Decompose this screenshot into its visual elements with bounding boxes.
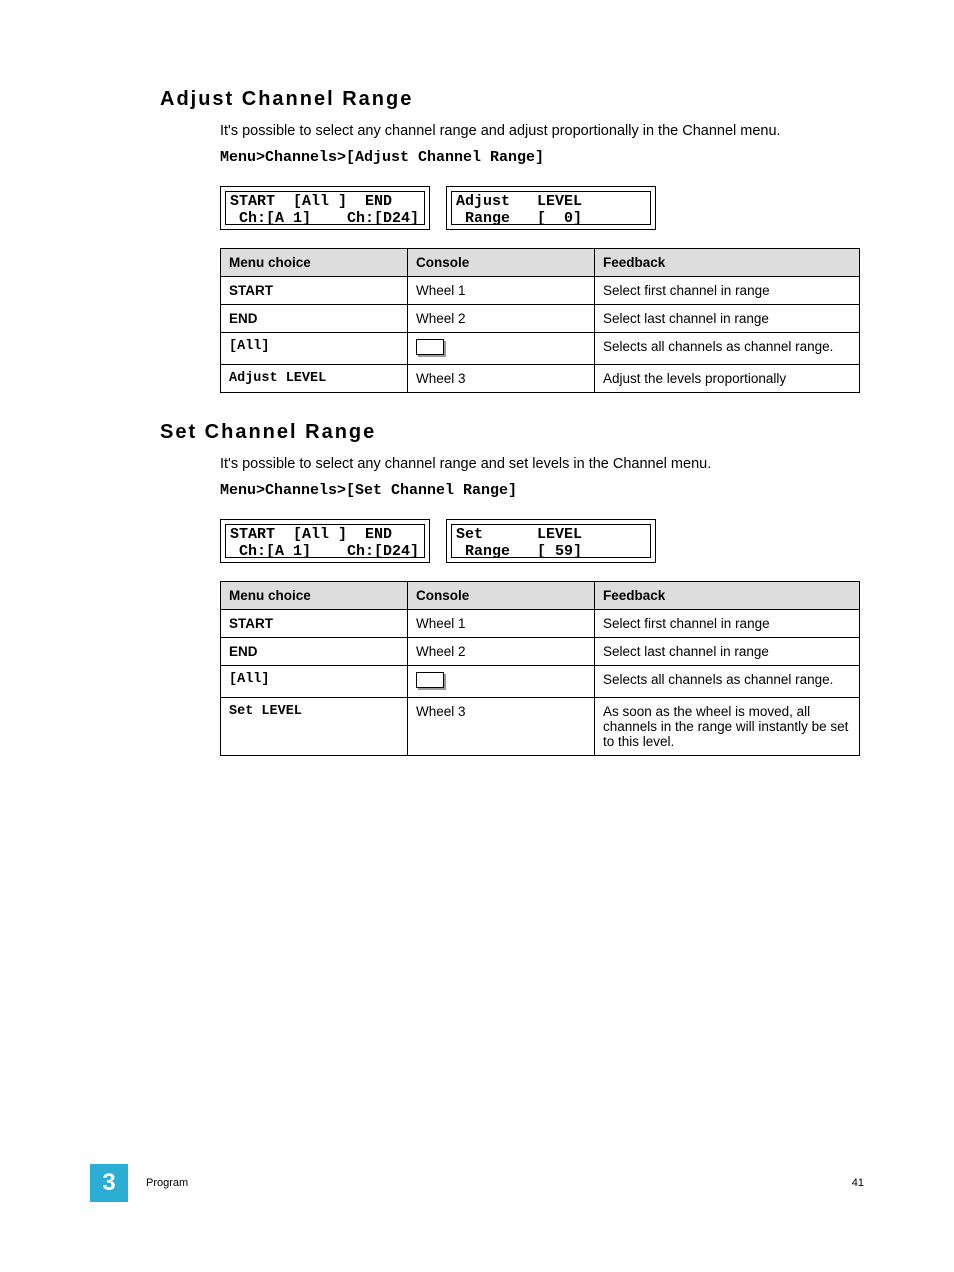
chapter-title: Program bbox=[146, 1177, 188, 1189]
cell-menu-choice: [All] bbox=[221, 666, 408, 698]
cell-feedback: Adjust the levels proportionally bbox=[595, 365, 860, 393]
table-header-row: Menu choice Console Feedback bbox=[221, 249, 860, 277]
table-body: STARTWheel 1Select first channel in rang… bbox=[221, 277, 860, 393]
section-heading: Adjust Channel Range bbox=[90, 88, 864, 111]
cell-feedback: Selects all channels as channel range. bbox=[595, 666, 860, 698]
cell-console: Wheel 1 bbox=[408, 610, 595, 638]
col-feedback: Feedback bbox=[595, 249, 860, 277]
cell-console: Wheel 2 bbox=[408, 305, 595, 333]
lcd-display-left: START [All ] END Ch:[A 1] Ch:[D24] bbox=[220, 186, 430, 230]
cell-feedback: Selects all channels as channel range. bbox=[595, 333, 860, 365]
lcd-text: START [All ] END Ch:[A 1] Ch:[D24] bbox=[225, 191, 425, 225]
cell-feedback: As soon as the wheel is moved, all chann… bbox=[595, 698, 860, 756]
lcd-display-right: Adjust LEVEL Range [ 0] bbox=[446, 186, 656, 230]
table-row: STARTWheel 1Select first channel in rang… bbox=[221, 610, 860, 638]
cell-menu-choice: START bbox=[221, 277, 408, 305]
col-feedback: Feedback bbox=[595, 582, 860, 610]
cell-console bbox=[408, 333, 595, 365]
cell-feedback: Select first channel in range bbox=[595, 277, 860, 305]
page-number: 41 bbox=[852, 1177, 864, 1189]
lcd-displays: START [All ] END Ch:[A 1] Ch:[D24] Set L… bbox=[90, 519, 864, 563]
cell-console: Wheel 3 bbox=[408, 365, 595, 393]
menu-path: Menu>Channels>[Adjust Channel Range] bbox=[90, 149, 864, 166]
table-row: [All] Selects all channels as channel ran… bbox=[221, 333, 860, 365]
cell-menu-choice: [All] bbox=[221, 333, 408, 365]
table-row: ENDWheel 2Select last channel in range bbox=[221, 305, 860, 333]
table-row: Adjust LEVELWheel 3Adjust the levels pro… bbox=[221, 365, 860, 393]
table-body: STARTWheel 1Select first channel in rang… bbox=[221, 610, 860, 756]
cell-console: Wheel 2 bbox=[408, 638, 595, 666]
menu-choice-table: Menu choice Console Feedback STARTWheel … bbox=[220, 581, 860, 756]
intro-text: It's possible to select any channel rang… bbox=[90, 123, 864, 139]
section-set-channel-range: Set Channel Range It's possible to selec… bbox=[90, 421, 864, 756]
softkey-box-icon bbox=[416, 339, 444, 355]
lcd-display-left: START [All ] END Ch:[A 1] Ch:[D24] bbox=[220, 519, 430, 563]
table-row: ENDWheel 2Select last channel in range bbox=[221, 638, 860, 666]
lcd-displays: START [All ] END Ch:[A 1] Ch:[D24] Adjus… bbox=[90, 186, 864, 230]
section-adjust-channel-range: Adjust Channel Range It's possible to se… bbox=[90, 88, 864, 393]
col-console: Console bbox=[408, 249, 595, 277]
chapter-number-box: 3 bbox=[90, 1164, 128, 1202]
cell-console: Wheel 3 bbox=[408, 698, 595, 756]
cell-menu-choice: END bbox=[221, 638, 408, 666]
table-row: Set LEVELWheel 3As soon as the wheel is … bbox=[221, 698, 860, 756]
cell-console bbox=[408, 666, 595, 698]
lcd-text: Set LEVEL Range [ 59] bbox=[451, 524, 651, 558]
page-content: Adjust Channel Range It's possible to se… bbox=[0, 0, 954, 756]
menu-path: Menu>Channels>[Set Channel Range] bbox=[90, 482, 864, 499]
intro-text: It's possible to select any channel rang… bbox=[90, 456, 864, 472]
cell-feedback: Select last channel in range bbox=[595, 638, 860, 666]
cell-menu-choice: Set LEVEL bbox=[221, 698, 408, 756]
page-footer: 3 Program 41 bbox=[0, 1164, 954, 1202]
lcd-text: START [All ] END Ch:[A 1] Ch:[D24] bbox=[225, 524, 425, 558]
section-heading: Set Channel Range bbox=[90, 421, 864, 444]
cell-feedback: Select first channel in range bbox=[595, 610, 860, 638]
table-row: [All] Selects all channels as channel ran… bbox=[221, 666, 860, 698]
cell-menu-choice: END bbox=[221, 305, 408, 333]
col-menu-choice: Menu choice bbox=[221, 582, 408, 610]
cell-menu-choice: START bbox=[221, 610, 408, 638]
cell-menu-choice: Adjust LEVEL bbox=[221, 365, 408, 393]
softkey-box-icon bbox=[416, 672, 444, 688]
col-menu-choice: Menu choice bbox=[221, 249, 408, 277]
menu-choice-table: Menu choice Console Feedback STARTWheel … bbox=[220, 248, 860, 393]
lcd-display-right: Set LEVEL Range [ 59] bbox=[446, 519, 656, 563]
table-header-row: Menu choice Console Feedback bbox=[221, 582, 860, 610]
cell-feedback: Select last channel in range bbox=[595, 305, 860, 333]
cell-console: Wheel 1 bbox=[408, 277, 595, 305]
lcd-text: Adjust LEVEL Range [ 0] bbox=[451, 191, 651, 225]
table-row: STARTWheel 1Select first channel in rang… bbox=[221, 277, 860, 305]
col-console: Console bbox=[408, 582, 595, 610]
